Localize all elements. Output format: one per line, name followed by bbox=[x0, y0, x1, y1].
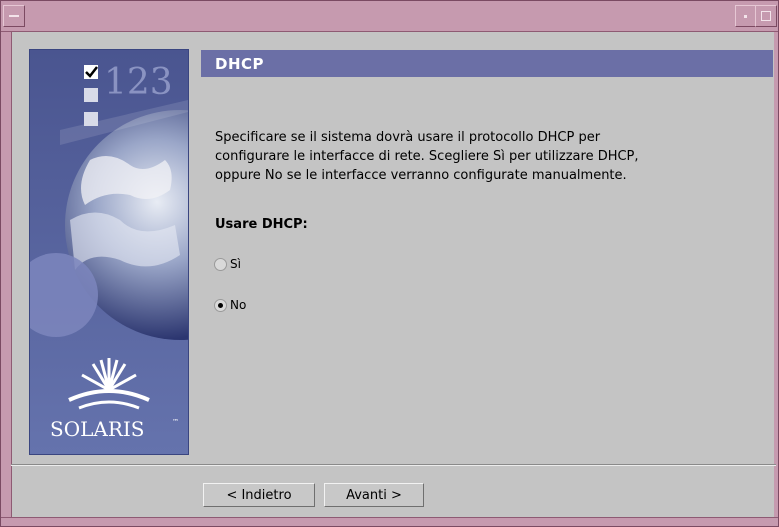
description-line: configurare le interfacce di rete. Scegl… bbox=[215, 149, 639, 164]
title-bar bbox=[1, 1, 778, 32]
description-line: oppure No se le interfacce verranno conf… bbox=[215, 168, 627, 183]
unchecked-box-icon bbox=[84, 88, 98, 102]
maximize-button[interactable] bbox=[755, 5, 777, 27]
window-frame-right bbox=[774, 32, 778, 526]
solaris-logo-text: SOLARIS bbox=[50, 417, 144, 441]
description-line: Specificare se il sistema dovrà usare il… bbox=[215, 130, 601, 145]
back-button[interactable]: < Indietro bbox=[203, 483, 315, 507]
radio-button-selected-icon[interactable] bbox=[214, 298, 227, 312]
solaris-sidebar-art: 123 SOLARIS ™ bbox=[30, 50, 188, 454]
radio-label: Sì bbox=[230, 257, 241, 271]
minimize-button[interactable] bbox=[735, 5, 757, 27]
sidebar-graphic: 123 SOLARIS ™ bbox=[29, 49, 189, 455]
radio-option-yes[interactable]: Sì bbox=[214, 257, 241, 271]
window-frame-left bbox=[1, 32, 12, 526]
step-number-text: 123 bbox=[104, 62, 173, 103]
trademark-mark: ™ bbox=[172, 418, 179, 426]
description: Specificare se il sistema dovrà usare il… bbox=[215, 128, 755, 185]
unchecked-box-icon-2 bbox=[84, 112, 98, 126]
radio-label: No bbox=[230, 298, 247, 312]
question-label: Usare DHCP: bbox=[215, 217, 308, 232]
window-frame-bottom bbox=[1, 517, 778, 526]
separator bbox=[11, 464, 776, 466]
section-header: DHCP bbox=[201, 50, 773, 77]
radio-option-no[interactable]: No bbox=[214, 298, 246, 312]
next-button[interactable]: Avanti > bbox=[324, 483, 424, 507]
installer-window: 123 SOLARIS ™ DHCP Specificare se il sis… bbox=[0, 0, 779, 527]
radio-button-icon[interactable] bbox=[214, 257, 227, 271]
page-title: DHCP bbox=[215, 55, 265, 73]
window-menu-button[interactable] bbox=[3, 5, 25, 27]
